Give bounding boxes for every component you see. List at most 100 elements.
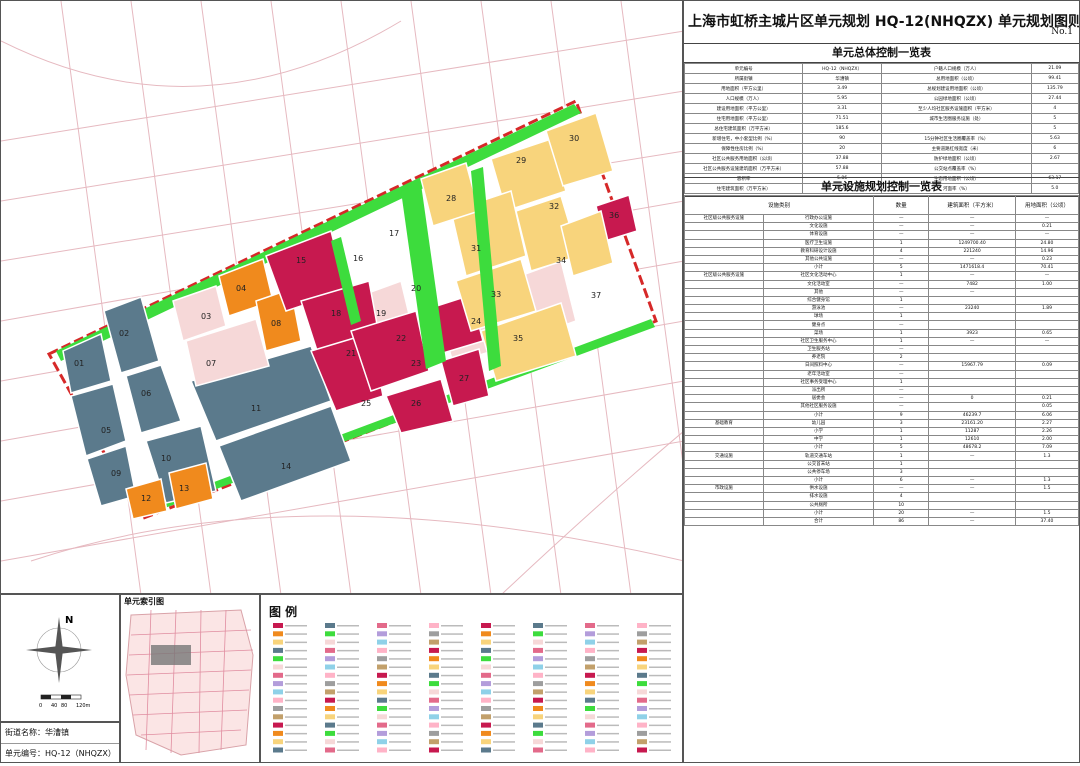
table2-row: 小计 6—1.3 bbox=[684, 475, 1079, 486]
table2-cell: 0.65 bbox=[1014, 328, 1079, 338]
legend-swatch bbox=[429, 672, 439, 678]
svg-text:33: 33 bbox=[491, 290, 501, 299]
table1-cell: 住宅用地面积（平方公里） bbox=[684, 113, 804, 124]
legend-text-placeholder bbox=[649, 649, 671, 652]
table2-cell: 1 bbox=[873, 336, 930, 347]
table2-cell bbox=[928, 500, 1016, 510]
table2-cell bbox=[928, 295, 1016, 306]
legend-text-placeholder bbox=[493, 683, 515, 685]
table1-cell: 5.63 bbox=[1030, 133, 1079, 144]
legend-swatch bbox=[481, 697, 491, 703]
svg-text:08: 08 bbox=[271, 319, 281, 328]
table2-cell: 健身点 bbox=[762, 320, 875, 330]
table2-cell: 23161.20 bbox=[928, 418, 1016, 428]
legend-swatch bbox=[533, 697, 543, 703]
index-map-label: 单元索引图 bbox=[124, 597, 164, 606]
legend-swatch bbox=[637, 747, 647, 753]
table2-cell: 6 bbox=[873, 475, 930, 486]
table2-cell: 1249700.40 bbox=[928, 238, 1016, 248]
legend-swatch bbox=[481, 714, 491, 720]
table2-cell: 70.41 bbox=[1014, 263, 1079, 273]
legend-swatch bbox=[429, 722, 439, 728]
table2-cell: 48678.2 bbox=[928, 443, 1016, 453]
legend-swatch bbox=[585, 739, 595, 745]
table1-cell: 3.49 bbox=[802, 83, 882, 94]
legend-swatch bbox=[273, 639, 283, 645]
legend-text-placeholder bbox=[337, 683, 359, 685]
svg-text:26: 26 bbox=[411, 399, 421, 408]
table2-cell: 0.21 bbox=[1014, 222, 1079, 232]
legend-text-placeholder bbox=[493, 691, 515, 693]
scale-label-1: 40 bbox=[51, 703, 57, 709]
legend-swatch bbox=[585, 664, 595, 670]
legend-swatch bbox=[325, 647, 335, 653]
legend-swatch bbox=[273, 706, 283, 711]
legend-swatch bbox=[637, 672, 647, 678]
table2-cell: 1 bbox=[873, 435, 930, 445]
table1-cell: 人口规模（万人） bbox=[684, 93, 804, 104]
legend-swatch bbox=[429, 647, 439, 653]
table2-cell: 5 bbox=[873, 443, 930, 453]
table1-row: 所属街镇 华漕镇 总用地面积（公顷） 99.41 bbox=[684, 73, 1079, 84]
table2-cell: — bbox=[928, 451, 1016, 461]
table2-row: 市政设施 供水设施 — —1.5 bbox=[684, 484, 1079, 494]
table2-cell bbox=[928, 320, 1016, 330]
table1-cell: 主要道路红线宽度（米） bbox=[880, 143, 1032, 154]
legend-text-placeholder bbox=[389, 633, 411, 635]
table2-cell: — bbox=[873, 213, 930, 224]
table1-cell: 单元编号 bbox=[684, 63, 804, 74]
svg-text:03: 03 bbox=[201, 312, 211, 321]
table2-cell bbox=[684, 304, 764, 314]
legend-text-placeholder bbox=[441, 699, 463, 702]
legend-swatch bbox=[325, 623, 335, 628]
legend-swatch bbox=[325, 747, 335, 753]
legend-text-placeholder bbox=[545, 691, 567, 693]
table1-cell: 建设用地面积（平方公里） bbox=[684, 103, 804, 114]
table2-cell: 小计 bbox=[762, 508, 875, 518]
table2-cell bbox=[684, 377, 764, 387]
legend-text-placeholder bbox=[389, 708, 411, 710]
table2-cell: 供水设施 bbox=[762, 484, 875, 494]
table2-cell bbox=[684, 320, 764, 330]
table2-cell bbox=[684, 459, 764, 469]
table2-cell bbox=[928, 344, 1016, 355]
legend-text-placeholder bbox=[649, 641, 671, 644]
table2-cell: 中学 bbox=[762, 435, 875, 445]
table2-cell bbox=[1014, 312, 1079, 322]
index-map-panel: 单元索引图 bbox=[120, 594, 260, 763]
table1-cell: 总住宅建筑面积（万平方米） bbox=[684, 123, 804, 134]
table2-cell: — bbox=[928, 271, 1016, 281]
table2-cell: 排水设施 bbox=[762, 492, 875, 502]
legend-swatch bbox=[585, 697, 595, 703]
table2-cell: 1 bbox=[873, 426, 930, 437]
legend-swatch bbox=[325, 639, 335, 645]
legend-text-placeholder bbox=[389, 649, 411, 652]
legend-text-placeholder bbox=[545, 732, 567, 735]
legend-text-placeholder bbox=[389, 749, 411, 751]
legend-swatch bbox=[429, 706, 439, 711]
table2-row: 公交首末站 1 bbox=[684, 459, 1079, 469]
legend-text-placeholder bbox=[597, 658, 619, 660]
legend-swatch bbox=[533, 672, 543, 678]
legend-swatch bbox=[429, 747, 439, 753]
svg-text:25: 25 bbox=[361, 399, 371, 408]
table2-cell: — bbox=[928, 508, 1016, 518]
header-land-area: 用地面积（公顷） bbox=[1014, 195, 1079, 215]
svg-text:37: 37 bbox=[591, 291, 601, 300]
legend-text-placeholder bbox=[389, 641, 411, 644]
table2-row: 小计 5 1471618.4 70.41 bbox=[684, 263, 1079, 273]
legend-text-placeholder bbox=[545, 674, 567, 677]
svg-text:23: 23 bbox=[411, 359, 421, 368]
legend-text-placeholder bbox=[545, 649, 567, 652]
legend-text-placeholder bbox=[389, 699, 411, 702]
table2-cell: 0.21 bbox=[1014, 394, 1079, 404]
legend-swatch bbox=[377, 697, 387, 703]
table2-cell: 居委会 bbox=[762, 394, 875, 404]
table1-cell: 2.67 bbox=[1030, 153, 1079, 164]
legend-swatch bbox=[533, 739, 543, 745]
table2-cell: — bbox=[928, 230, 1016, 240]
panel-title: 上海市虹桥主城片区单元规划 HQ-12(NHQZX) 单元规划图则 bbox=[688, 14, 1080, 30]
legend-swatch bbox=[429, 739, 439, 745]
unit-number: 单元编号：HQ-12（NHQZX） bbox=[5, 749, 116, 758]
table1-row: 人口规模（万人） 5.95 公园绿地面积（公顷） 27.44 bbox=[684, 93, 1079, 104]
